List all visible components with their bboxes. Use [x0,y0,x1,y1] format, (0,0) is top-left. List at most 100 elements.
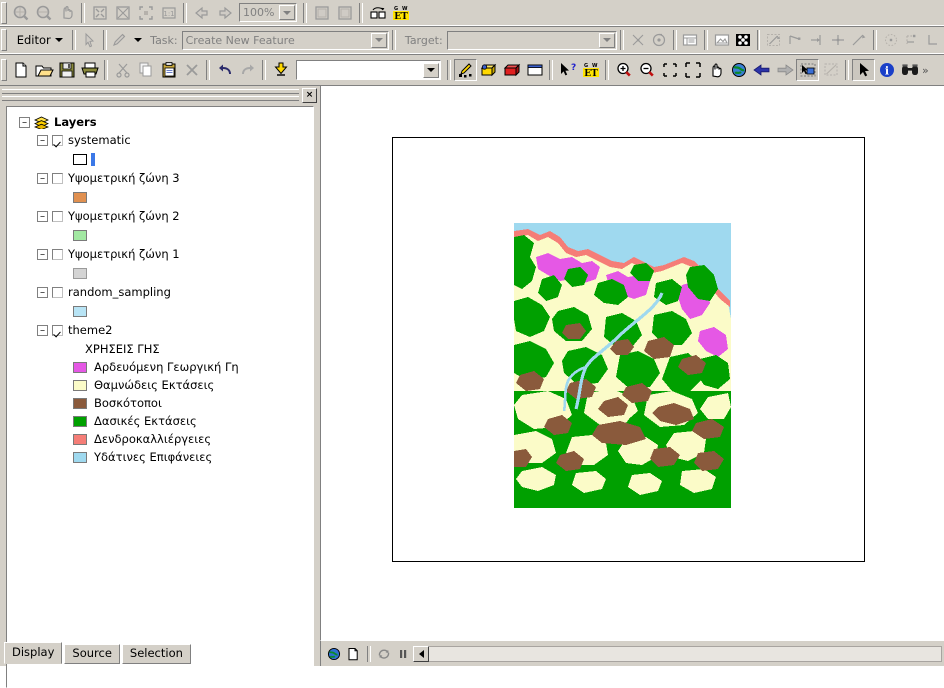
toc-root-layers[interactable]: − Layers [7,113,313,131]
toc-layer-ypsometriki-zoni-2[interactable]: − Υψομετρική ζώνη 2 [7,207,313,225]
distance-distance-icon[interactable] [880,29,901,51]
toc-layer-ypsometriki-zoni-3[interactable]: − Υψομετρική ζώνη 3 [7,169,313,187]
zoom-in-fixed-icon[interactable] [9,2,32,24]
zoom-page-width-icon[interactable] [111,2,134,24]
tab-selection[interactable]: Selection [121,644,191,664]
split-tool-icon[interactable] [627,29,648,51]
layout-view[interactable] [320,86,944,640]
forward-extent-icon[interactable] [773,59,796,81]
pan-hand-icon[interactable] [704,59,727,81]
legend-swatch[interactable] [73,379,87,391]
toolbar-grip[interactable] [1,29,7,51]
identify-icon[interactable]: i [875,59,898,81]
tab-source[interactable]: Source [64,644,120,664]
layer-symbol-swatch[interactable] [73,267,87,279]
toc-titlebar[interactable]: × [2,87,318,103]
arctoolbox-icon[interactable] [477,59,500,81]
go-forward-extent-icon[interactable] [213,2,236,24]
whats-this-icon[interactable]: ? [556,59,579,81]
chevron-down-icon[interactable] [279,5,295,20]
editor-menu-button[interactable]: Editor [9,31,69,49]
expander-icon[interactable]: − [37,286,48,298]
toc-tree[interactable]: − Layers − systematic − Υψομετρική ζώνη … [6,106,314,688]
show-catalog-icon[interactable] [500,59,523,81]
trace-tool-icon[interactable] [763,29,784,51]
toc-legend-item[interactable]: Αρδευόμενη Γεωργική Γη [7,358,313,376]
refresh-view-icon[interactable] [375,645,392,662]
open-document-icon[interactable] [32,59,55,81]
print-icon[interactable] [78,59,101,81]
editor-toolbar-icon[interactable] [454,59,477,81]
toc-symbol-ypsometriki-zoni-3[interactable] [7,187,313,207]
toolbar-grip[interactable] [1,59,7,81]
expander-icon[interactable]: − [19,116,30,128]
toc-symbol-ypsometriki-zoni-2[interactable] [7,225,313,245]
toggle-draft-mode-icon[interactable] [310,2,333,24]
command-line-icon[interactable] [523,59,546,81]
focus-data-frame-icon[interactable] [333,2,356,24]
scroll-track[interactable] [429,645,942,662]
toc-legend-item[interactable]: Βοσκότοποι [7,394,313,412]
et-geowizards-icon[interactable]: G W ET [389,2,412,24]
midpoint-tool-icon[interactable] [827,29,848,51]
layer-symbol-swatch[interactable] [73,305,87,317]
zoom-100-percent-icon[interactable]: 1:1 [157,2,180,24]
sketch-tool-dropdown[interactable] [131,29,144,51]
chevron-down-icon[interactable] [423,62,439,78]
expander-icon[interactable]: − [37,210,48,222]
attributes-icon[interactable] [680,29,701,51]
expander-icon[interactable]: − [37,324,48,336]
snapping-window-icon[interactable] [732,29,753,51]
toc-symbol-ypsometriki-zoni-1[interactable] [7,263,313,283]
rotate-tool-icon[interactable] [648,29,669,51]
legend-swatch[interactable] [73,361,87,373]
toc-layer-ypsometriki-zoni-1[interactable]: − Υψομετρική ζώνη 1 [7,245,313,263]
scale-combo[interactable] [296,60,441,80]
delete-icon[interactable] [180,59,203,81]
save-document-icon[interactable] [55,59,78,81]
zoom-in-icon[interactable] [612,59,635,81]
layer-symbol-swatch[interactable] [73,152,95,166]
toc-legend-item[interactable]: Δενδροκαλλιέργειες [7,430,313,448]
layer-visibility-checkbox[interactable] [52,134,63,146]
legend-swatch[interactable] [73,397,87,409]
sketch-properties-icon[interactable] [711,29,732,51]
fixed-zoom-out-icon[interactable] [681,59,704,81]
task-combo[interactable]: Create New Feature [181,30,390,50]
toolbar-overflow-chevron[interactable]: » [922,64,929,77]
cut-icon[interactable] [111,59,134,81]
expander-icon[interactable]: − [37,248,48,260]
paste-icon[interactable] [157,59,180,81]
zoom-out-fixed-icon[interactable] [32,2,55,24]
horizontal-scrollbar[interactable] [413,645,942,662]
tab-display[interactable]: Display [4,642,63,664]
tangent-curve-icon[interactable] [849,29,870,51]
layer-visibility-checkbox[interactable] [52,324,63,336]
new-document-icon[interactable] [9,59,32,81]
expander-icon[interactable]: − [37,134,48,146]
extend-tool-icon[interactable] [785,29,806,51]
toc-legend-item[interactable]: Δασικές Εκτάσεις [7,412,313,430]
select-features-arrow-icon[interactable] [852,59,875,81]
zoom-out-icon[interactable] [635,59,658,81]
layer-visibility-checkbox[interactable] [52,210,63,222]
data-frame[interactable] [514,223,731,508]
scroll-left-button[interactable] [413,645,429,662]
legend-swatch[interactable] [73,415,87,427]
toolbar-grip[interactable] [1,1,7,24]
target-combo[interactable] [446,30,618,50]
back-extent-icon[interactable] [750,59,773,81]
select-elements-icon[interactable] [796,59,819,81]
sketch-tool-icon[interactable] [110,29,131,51]
layer-visibility-checkbox[interactable] [52,286,63,298]
data-view-globe-icon[interactable] [325,645,342,662]
page-frame[interactable] [392,137,865,562]
arc-tool-icon[interactable] [923,29,944,51]
toc-symbol-random-sampling[interactable] [7,301,313,321]
go-back-extent-icon[interactable] [190,2,213,24]
toc-legend-item[interactable]: Υδάτινες Επιφάνειες [7,448,313,466]
intersection-tool-icon[interactable] [901,29,922,51]
chevron-down-icon[interactable] [54,38,63,42]
chevron-down-icon[interactable] [371,32,388,48]
zoom-to-selection-icon[interactable] [134,2,157,24]
